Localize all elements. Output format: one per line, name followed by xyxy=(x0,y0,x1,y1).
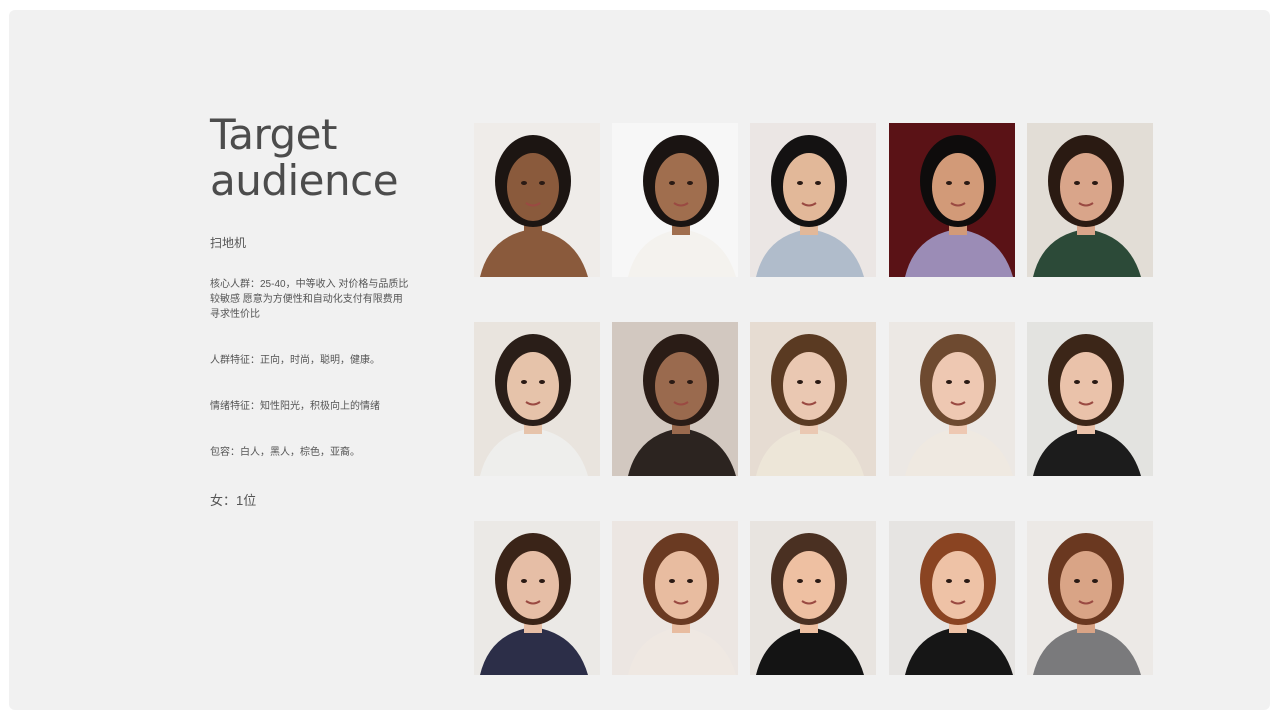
face xyxy=(507,551,559,619)
title-line-2: audience xyxy=(210,156,399,205)
face xyxy=(932,352,984,420)
portrait-image xyxy=(1027,123,1153,277)
portrait-image xyxy=(612,123,738,277)
left-eye xyxy=(797,181,803,185)
portrait-image xyxy=(750,521,876,675)
portrait-image xyxy=(612,322,738,476)
face xyxy=(1060,551,1112,619)
left-eye xyxy=(946,181,952,185)
portrait-image xyxy=(474,322,600,476)
slide-background: Target audience 扫地机 核心人群：25-40，中等收入 对价格与… xyxy=(9,10,1270,710)
right-eye xyxy=(1092,579,1098,583)
left-eye xyxy=(946,380,952,384)
portrait-image xyxy=(1027,521,1153,675)
face xyxy=(655,551,707,619)
right-eye xyxy=(539,380,545,384)
left-eye xyxy=(1074,579,1080,583)
right-eye xyxy=(815,181,821,185)
portrait-image xyxy=(750,322,876,476)
emotion-traits-text: 情绪特征：知性阳光，积极向上的情绪 xyxy=(210,401,380,412)
right-eye xyxy=(539,579,545,583)
left-eye xyxy=(669,579,675,583)
face xyxy=(655,153,707,221)
right-eye xyxy=(687,380,693,384)
portrait-image xyxy=(1027,322,1153,476)
portrait-image xyxy=(750,123,876,277)
portrait-4 xyxy=(889,123,1015,277)
left-eye xyxy=(669,181,675,185)
right-eye xyxy=(815,579,821,583)
portrait-15 xyxy=(1027,521,1153,675)
face xyxy=(783,352,835,420)
portrait-13 xyxy=(750,521,876,675)
portrait-6 xyxy=(474,322,600,476)
left-eye xyxy=(1074,181,1080,185)
right-eye xyxy=(539,181,545,185)
gender-count: 女：1位 xyxy=(210,493,257,508)
right-eye xyxy=(964,380,970,384)
left-eye xyxy=(797,579,803,583)
right-eye xyxy=(964,579,970,583)
portrait-14 xyxy=(889,521,1015,675)
face xyxy=(1060,352,1112,420)
left-eye xyxy=(521,380,527,384)
audience-traits-text: 人群特征：正向，时尚，聪明，健康。 xyxy=(210,355,380,366)
face xyxy=(783,153,835,221)
portrait-image xyxy=(474,521,600,675)
portrait-image xyxy=(889,123,1015,277)
left-eye xyxy=(946,579,952,583)
right-eye xyxy=(964,181,970,185)
page-title: Target audience xyxy=(210,112,450,204)
left-eye xyxy=(669,380,675,384)
portrait-image xyxy=(889,322,1015,476)
portrait-3 xyxy=(750,123,876,277)
face xyxy=(932,153,984,221)
left-eye xyxy=(521,579,527,583)
right-eye xyxy=(1092,380,1098,384)
right-eye xyxy=(815,380,821,384)
portrait-image xyxy=(889,521,1015,675)
portrait-image xyxy=(612,521,738,675)
portrait-7 xyxy=(612,322,738,476)
portrait-9 xyxy=(889,322,1015,476)
core-audience-text: 核心人群：25-40，中等收入 对价格与品质比较敏感 愿意为方便性和自动化支付有… xyxy=(210,279,409,320)
face xyxy=(783,551,835,619)
portrait-1 xyxy=(474,123,600,277)
left-eye xyxy=(1074,380,1080,384)
title-line-1: Target xyxy=(210,110,337,159)
right-eye xyxy=(687,181,693,185)
portrait-5 xyxy=(1027,123,1153,277)
portrait-10 xyxy=(1027,322,1153,476)
portrait-image xyxy=(474,123,600,277)
portrait-8 xyxy=(750,322,876,476)
face xyxy=(507,352,559,420)
portrait-11 xyxy=(474,521,600,675)
face xyxy=(932,551,984,619)
face xyxy=(1060,153,1112,221)
right-eye xyxy=(687,579,693,583)
portrait-12 xyxy=(612,521,738,675)
product-label: 扫地机 xyxy=(210,236,247,250)
face xyxy=(655,352,707,420)
portrait-2 xyxy=(612,123,738,277)
left-eye xyxy=(521,181,527,185)
left-eye xyxy=(797,380,803,384)
inclusion-text: 包容：白人，黑人，棕色，亚裔。 xyxy=(210,447,360,458)
face xyxy=(507,153,559,221)
right-eye xyxy=(1092,181,1098,185)
